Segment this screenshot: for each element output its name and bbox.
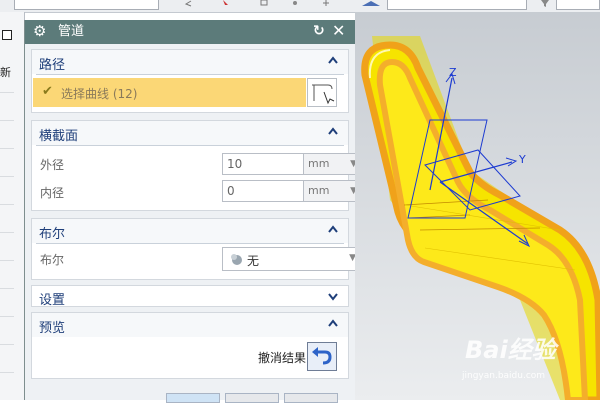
section-title: 预览 bbox=[39, 321, 66, 336]
close-icon[interactable]: ✕ bbox=[332, 22, 345, 40]
inner-diameter-input[interactable]: 0 bbox=[222, 180, 304, 202]
apply-button[interactable] bbox=[225, 393, 279, 403]
cross-section-header[interactable]: 横截面 bbox=[32, 121, 348, 145]
snap-icon[interactable] bbox=[260, 0, 268, 7]
chevron-up-icon[interactable] bbox=[326, 54, 340, 68]
reset-icon[interactable]: ↻ bbox=[313, 23, 325, 40]
dialog-titlebar: ⚙ 管道 ↻ ✕ bbox=[25, 20, 356, 44]
filter-icon[interactable] bbox=[541, 0, 549, 7]
check-icon: ✔ bbox=[42, 84, 53, 99]
dialog-title: 管道 bbox=[58, 24, 85, 39]
scope-combo[interactable] bbox=[556, 0, 600, 10]
chevron-down-icon[interactable] bbox=[326, 289, 340, 303]
inner-diameter-label: 内径 bbox=[40, 186, 65, 200]
chevron-up-icon[interactable] bbox=[326, 223, 340, 237]
cursor-icon[interactable] bbox=[222, 0, 230, 7]
list-item[interactable] bbox=[0, 204, 14, 205]
list-item[interactable] bbox=[0, 288, 14, 289]
section-title: 路径 bbox=[39, 58, 66, 73]
boolean-section-header[interactable]: 布尔 bbox=[32, 219, 348, 243]
list-item[interactable] bbox=[0, 344, 14, 345]
undo-icon bbox=[312, 347, 332, 365]
boolean-select[interactable]: 无 ▼ bbox=[222, 247, 363, 271]
list-item[interactable] bbox=[0, 148, 14, 149]
path-section-header[interactable]: 路径 bbox=[32, 50, 348, 74]
ok-button[interactable] bbox=[166, 393, 220, 403]
undo-result-label: 撤消结果 bbox=[258, 351, 307, 365]
select-curve-label: 选择曲线 (12) bbox=[61, 87, 138, 101]
y-axis-label: Y bbox=[519, 153, 526, 166]
chevron-up-icon[interactable] bbox=[326, 125, 340, 139]
list-item[interactable] bbox=[0, 92, 14, 93]
unit-label: mm bbox=[308, 157, 330, 170]
preview-section: 预览 bbox=[31, 312, 349, 379]
section-title: 横截面 bbox=[39, 129, 79, 144]
select-curve-button[interactable] bbox=[307, 78, 337, 107]
arrow-icon[interactable] bbox=[184, 0, 192, 7]
preview-section-header[interactable]: 预览 bbox=[32, 313, 348, 337]
section-title: 布尔 bbox=[39, 227, 66, 242]
curve-select-icon bbox=[312, 84, 335, 105]
list-item[interactable] bbox=[0, 232, 14, 233]
settings-section[interactable]: 设置 bbox=[31, 285, 349, 308]
view-cube-icon[interactable] bbox=[360, 0, 382, 7]
divider bbox=[36, 145, 344, 146]
watermark: Bai经验 bbox=[465, 336, 556, 364]
list-item[interactable] bbox=[0, 372, 14, 373]
divider bbox=[36, 243, 344, 244]
section-title: 设置 bbox=[39, 293, 66, 308]
plus-icon[interactable] bbox=[322, 0, 330, 7]
selection-combo[interactable] bbox=[387, 0, 527, 10]
boolean-label: 布尔 bbox=[40, 253, 65, 267]
unit-label: mm bbox=[308, 184, 330, 197]
list-item[interactable] bbox=[0, 176, 14, 177]
list-item[interactable] bbox=[0, 316, 14, 317]
divider bbox=[36, 74, 344, 75]
chevron-up-icon[interactable] bbox=[326, 317, 340, 331]
watermark-url: jingyan.baidu.com bbox=[462, 371, 546, 381]
checkbox-icon[interactable] bbox=[2, 30, 12, 40]
outer-diameter-input[interactable]: 10 bbox=[222, 153, 304, 175]
tube-dialog: ⚙ 管道 ↻ ✕ 路径 ✔ 选择曲线 (12) 横截面 外径 10 mm ▼ 内… bbox=[24, 20, 363, 403]
outer-diameter-label: 外径 bbox=[40, 158, 65, 172]
cancel-button[interactable] bbox=[284, 393, 338, 403]
new-button[interactable]: 新 bbox=[0, 64, 11, 80]
list-item[interactable] bbox=[0, 120, 14, 121]
undo-result-button[interactable] bbox=[307, 342, 337, 371]
gear-icon: ⚙ bbox=[33, 22, 47, 40]
select-curve-row[interactable]: ✔ 选择曲线 (12) bbox=[33, 78, 306, 107]
left-panel: 新 bbox=[0, 12, 25, 400]
list-item[interactable] bbox=[0, 260, 14, 261]
point-icon[interactable] bbox=[291, 0, 299, 7]
z-axis-label: Z bbox=[449, 66, 457, 79]
inner-unit-select[interactable]: mm ▼ bbox=[303, 180, 363, 202]
boolean-value: 无 bbox=[247, 254, 260, 268]
type-filter-combo[interactable] bbox=[14, 0, 159, 10]
boolean-none-icon bbox=[231, 254, 242, 265]
outer-unit-select[interactable]: mm ▼ bbox=[303, 153, 363, 175]
